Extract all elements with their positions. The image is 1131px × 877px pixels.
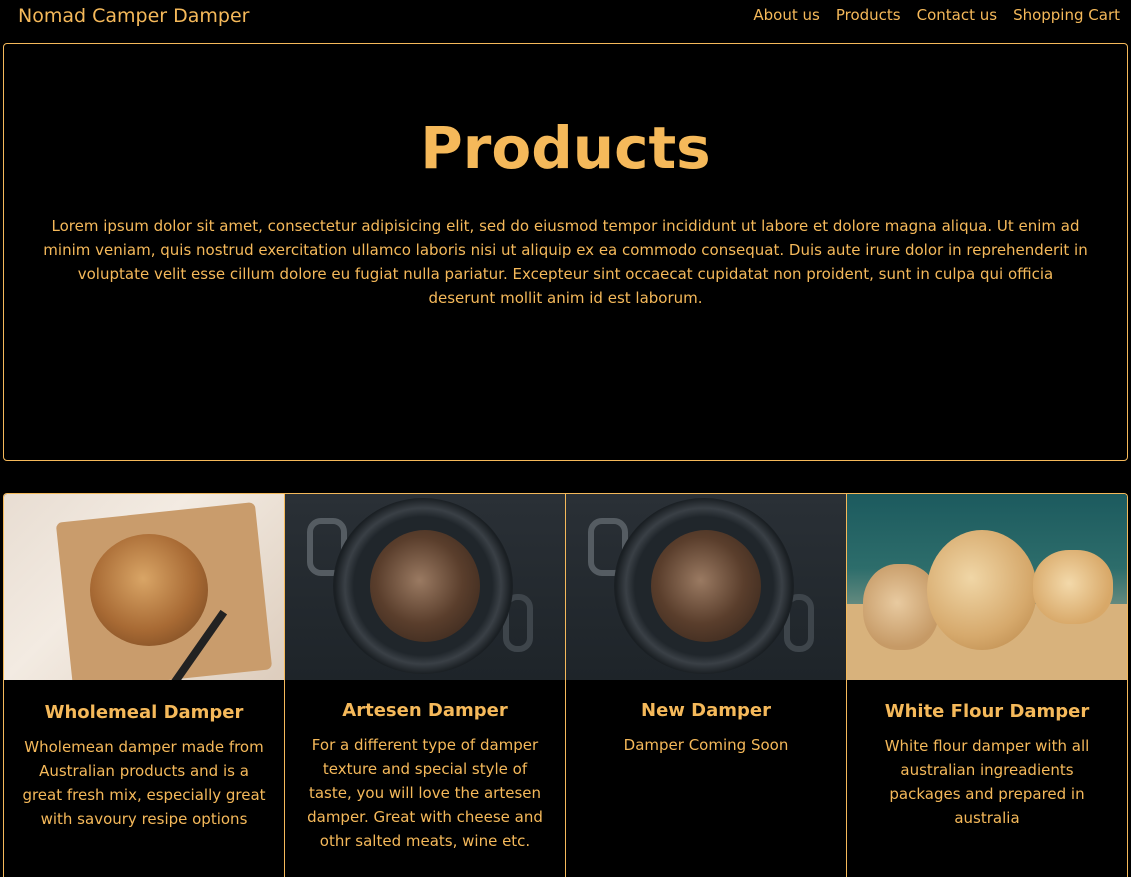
bread-loaf-on-board-image (4, 494, 284, 680)
product-description: Wholemean damper made from Australian pr… (22, 738, 266, 828)
product-cards: Wholemeal Damper Wholemean damper made f… (3, 493, 1128, 877)
product-title: New Damper (641, 700, 771, 721)
product-title: Artesen Damper (342, 700, 508, 721)
nav-link-about[interactable]: About us (753, 6, 819, 24)
product-card-white-flour[interactable]: White Flour Damper White flour damper wi… (847, 494, 1127, 877)
nav-link-products[interactable]: Products (836, 6, 901, 24)
sliced-bread-image (847, 494, 1127, 680)
product-description: Damper Coming Soon (623, 736, 789, 754)
bread-in-pot-image (285, 494, 565, 680)
bread-in-pot-image (566, 494, 846, 680)
product-description: White flour damper with all australian i… (884, 737, 1090, 827)
nav-links: About us Products Contact us Shopping Ca… (753, 6, 1120, 24)
product-description: For a different type of damper texture a… (307, 736, 543, 850)
product-title: Wholemeal Damper (44, 702, 244, 723)
hero-section: Products Lorem ipsum dolor sit amet, con… (3, 43, 1128, 461)
product-card-artesen[interactable]: Artesen Damper For a different type of d… (285, 494, 566, 877)
product-card-new[interactable]: New Damper Damper Coming Soon (566, 494, 847, 877)
brand-link[interactable]: Nomad Camper Damper (18, 5, 249, 27)
nav-link-contact[interactable]: Contact us (917, 6, 997, 24)
navbar: Nomad Camper Damper About us Products Co… (0, 0, 1131, 34)
nav-link-cart[interactable]: Shopping Cart (1013, 6, 1120, 24)
hero-description: Lorem ipsum dolor sit amet, consectetur … (43, 217, 1088, 307)
product-card-wholemeal[interactable]: Wholemeal Damper Wholemean damper made f… (4, 494, 285, 877)
product-title: White Flour Damper (884, 701, 1090, 722)
page-title: Products (420, 114, 711, 182)
